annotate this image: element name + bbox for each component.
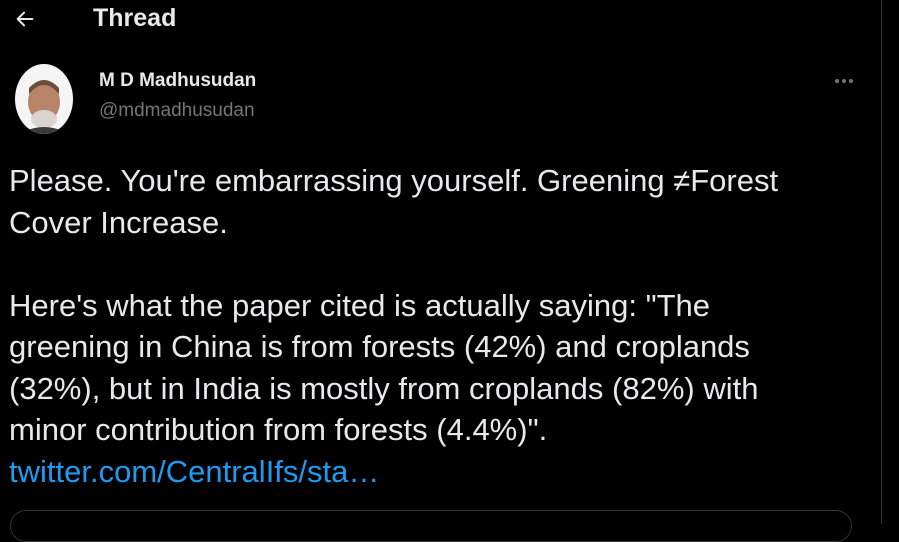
author-handle[interactable]: @mdmadhusudan xyxy=(99,100,255,122)
quoted-card[interactable] xyxy=(10,510,852,542)
tweet-text: Please. You're embarrassing yourself. Gr… xyxy=(9,160,869,492)
back-button[interactable] xyxy=(12,6,38,32)
more-options-button[interactable] xyxy=(830,70,858,92)
tweet-line: minor contribution from forests (4.4%)". xyxy=(9,412,548,447)
tweet-line: greening in China is from forests (42%) … xyxy=(9,329,750,364)
page-title: Thread xyxy=(93,4,177,32)
tweet-line: (32%), but in India is mostly from cropl… xyxy=(9,370,759,406)
more-horizontal-icon xyxy=(835,79,853,83)
tweet-line: Here's what the paper cited is actually … xyxy=(9,287,710,323)
thread-header: Thread xyxy=(0,0,881,38)
arrow-left-icon xyxy=(16,11,34,27)
tweet-line: Cover Increase. xyxy=(9,204,228,240)
avatar[interactable] xyxy=(15,64,73,134)
tweet-line: Please. You're embarrassing yourself. Gr… xyxy=(9,163,779,198)
author-name[interactable]: M D Madhusudan xyxy=(99,70,256,92)
column-divider xyxy=(881,0,882,524)
tweet-link[interactable]: twitter.com/CentralIfs/sta… xyxy=(9,454,379,489)
